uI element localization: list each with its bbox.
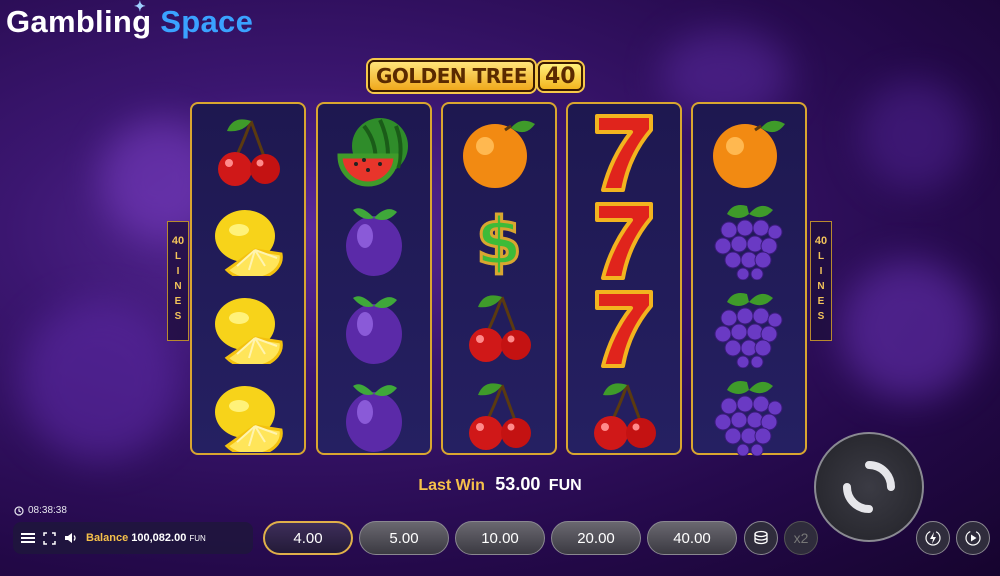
logo-word-1: Gambling bbox=[6, 4, 152, 39]
bet-menu-button[interactable] bbox=[744, 521, 778, 555]
grapes-icon bbox=[693, 284, 805, 372]
last-win-label: Last Win bbox=[418, 477, 485, 494]
clock-icon bbox=[14, 505, 24, 516]
reel-5 bbox=[691, 102, 807, 456]
bet-option-40[interactable]: 40.00 bbox=[647, 521, 737, 555]
bet-option-5[interactable]: 5.00 bbox=[359, 521, 449, 555]
menu-icon[interactable] bbox=[21, 532, 35, 544]
lines-letter: S bbox=[817, 311, 825, 322]
double-bet-button[interactable]: x2 bbox=[784, 521, 818, 555]
game-title-main: GOLDEN TREE bbox=[368, 60, 535, 92]
bet-option-4[interactable]: 4.00 bbox=[263, 521, 353, 555]
lines-letter: E bbox=[174, 296, 182, 307]
plum-icon bbox=[318, 284, 430, 372]
seven-icon bbox=[568, 196, 680, 284]
autoplay-icon bbox=[965, 530, 981, 546]
bg-bokeh bbox=[840, 260, 980, 400]
lines-indicator-left: 40 L I N E S bbox=[167, 221, 189, 341]
fullscreen-icon[interactable] bbox=[43, 531, 56, 545]
balance-currency: FUN bbox=[189, 534, 206, 543]
game-title-number: 40 bbox=[538, 61, 583, 91]
bet-option-20[interactable]: 20.00 bbox=[551, 521, 641, 555]
svg-text:$: $ bbox=[476, 203, 522, 280]
lines-letter: N bbox=[174, 281, 182, 292]
lines-count: 40 bbox=[814, 235, 828, 247]
logo-word-2: Space bbox=[160, 4, 254, 39]
sound-icon[interactable] bbox=[64, 532, 78, 544]
lemon-icon bbox=[192, 196, 304, 284]
reel-3: $ bbox=[441, 102, 557, 455]
cherry-icon bbox=[443, 372, 555, 460]
turbo-button[interactable] bbox=[916, 521, 950, 555]
last-win-display: Last Win 53.00 FUN bbox=[350, 474, 650, 495]
autoplay-button[interactable] bbox=[956, 521, 990, 555]
lemon-icon bbox=[192, 284, 304, 372]
bet-option-10[interactable]: 10.00 bbox=[455, 521, 545, 555]
orange-icon bbox=[693, 108, 805, 196]
info-bar: Balance 100,082.00 FUN bbox=[13, 522, 253, 554]
plum-icon bbox=[318, 372, 430, 460]
spin-arrows-icon bbox=[843, 461, 895, 513]
lightning-icon bbox=[925, 530, 941, 546]
reel-2 bbox=[316, 102, 432, 455]
lines-letter: L bbox=[174, 251, 182, 262]
lemon-icon bbox=[192, 372, 304, 460]
spin-button[interactable] bbox=[814, 432, 924, 542]
last-win-currency: FUN bbox=[548, 477, 582, 494]
bg-bokeh bbox=[20, 300, 180, 460]
cherry-icon bbox=[568, 372, 680, 460]
balance-value: 100,082.00 bbox=[131, 532, 187, 544]
watermelon-icon bbox=[318, 108, 430, 196]
cherry-icon bbox=[192, 108, 304, 196]
plum-icon bbox=[318, 196, 430, 284]
seven-icon bbox=[568, 108, 680, 196]
lines-letter: N bbox=[817, 281, 825, 292]
reel-1 bbox=[190, 102, 306, 455]
lines-indicator-right: 40 L I N E S bbox=[810, 221, 832, 341]
lines-letter: L bbox=[817, 251, 825, 262]
brand-logo: Gambling Space ✦ bbox=[6, 0, 254, 40]
lines-count: 40 bbox=[171, 235, 185, 247]
lines-letter: S bbox=[174, 311, 182, 322]
game-title: GOLDEN TREE 40 bbox=[368, 60, 632, 92]
reel-grid: $ bbox=[190, 102, 810, 457]
grapes-icon bbox=[693, 372, 805, 460]
dollar-icon: $ bbox=[443, 196, 555, 284]
coin-stack-icon bbox=[754, 530, 768, 545]
clock-time: 08:38:38 bbox=[28, 505, 67, 516]
lines-letter: I bbox=[819, 266, 823, 277]
lines-letter: E bbox=[817, 296, 825, 307]
cherry-icon bbox=[443, 284, 555, 372]
session-clock: 08:38:38 bbox=[14, 505, 67, 516]
last-win-amount: 53.00 bbox=[495, 474, 541, 494]
reel-4 bbox=[566, 102, 682, 455]
bg-bokeh bbox=[860, 80, 970, 190]
lines-letter: I bbox=[176, 266, 180, 277]
orange-icon bbox=[443, 108, 555, 196]
grapes-icon bbox=[693, 196, 805, 284]
sparkle-icon: ✦ bbox=[134, 0, 147, 14]
balance-label: Balance bbox=[86, 532, 129, 544]
seven-icon bbox=[568, 284, 680, 372]
